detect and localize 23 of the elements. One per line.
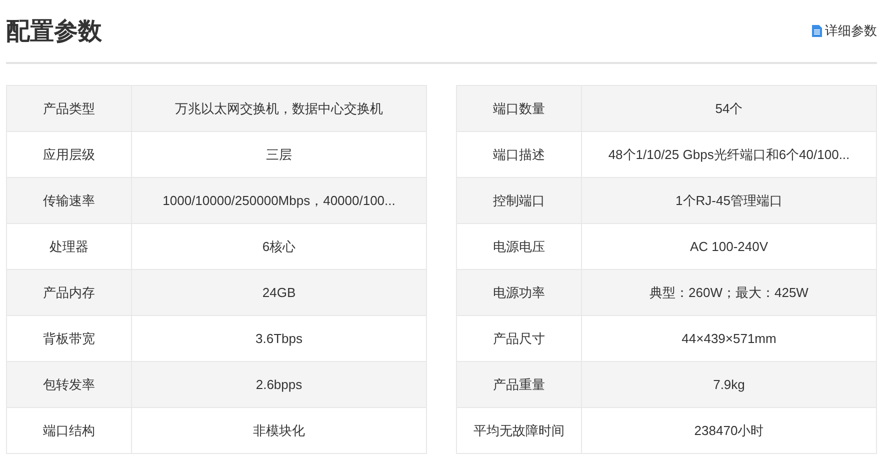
param-label: 端口结构 (6, 408, 132, 454)
param-label: 产品内存 (6, 270, 132, 316)
param-label: 产品类型 (6, 86, 132, 132)
param-label: 平均无故障时间 (456, 408, 582, 454)
param-label: 电源功率 (456, 270, 582, 316)
param-value: 1个RJ-45管理端口 (582, 178, 876, 224)
param-label: 传输速率 (6, 178, 132, 224)
param-value: 7.9kg (582, 362, 876, 408)
param-value: 非模块化 (132, 408, 426, 454)
detail-link[interactable]: 详细参数 (812, 22, 877, 40)
document-icon (812, 25, 822, 37)
section-title: 配置参数 (6, 17, 102, 47)
param-value: 238470小时 (582, 408, 876, 454)
param-label: 端口数量 (456, 86, 582, 132)
param-value: 54个 (582, 86, 876, 132)
param-label: 控制端口 (456, 178, 582, 224)
param-value: 1000/10000/250000Mbps，40000/100... (132, 178, 426, 224)
param-value: 24GB (132, 270, 426, 316)
param-label: 产品重量 (456, 362, 582, 408)
param-value: 典型：260W；最大：425W (582, 270, 876, 316)
param-value: 万兆以太网交换机，数据中心交换机 (132, 86, 426, 132)
param-label: 包转发率 (6, 362, 132, 408)
param-value: 2.6bpps (132, 362, 426, 408)
